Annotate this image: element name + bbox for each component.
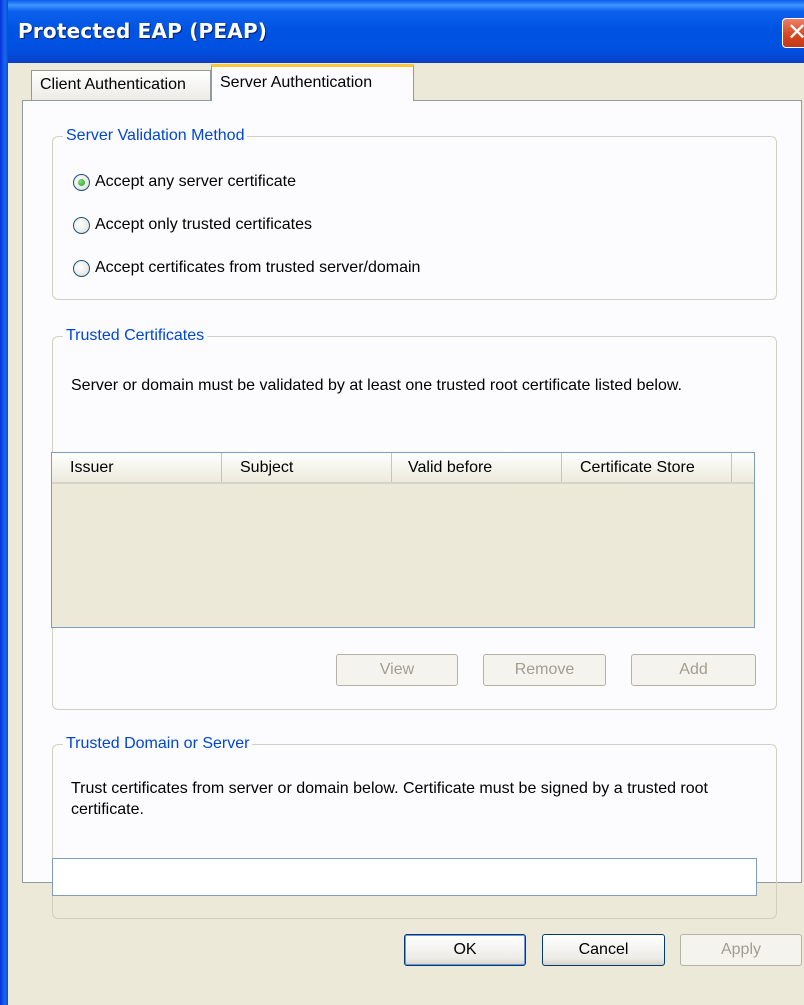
cancel-button[interactable]: Cancel: [542, 934, 665, 966]
remove-button[interactable]: Remove: [483, 654, 606, 686]
button-label: Cancel: [578, 941, 629, 958]
apply-button[interactable]: Apply: [680, 934, 802, 966]
view-button[interactable]: View: [336, 654, 458, 686]
radio-button[interactable]: [73, 173, 90, 191]
radio-label: Accept only trusted certificates: [95, 216, 312, 233]
column-label: Certificate Store: [580, 459, 695, 476]
close-button[interactable]: ✕: [782, 18, 804, 48]
list-header: Issuer Subject Valid before Certificate …: [52, 453, 754, 484]
button-label: View: [379, 661, 415, 678]
radio-button[interactable]: [73, 216, 90, 234]
column-header-issuer[interactable]: Issuer: [52, 453, 222, 482]
column-label: Issuer: [70, 459, 114, 476]
radio-accept-any[interactable]: Accept any server certificate: [73, 173, 296, 191]
tab-client-authentication[interactable]: Client Authentication: [31, 70, 211, 100]
radio-accept-domain[interactable]: Accept certificates from trusted server/…: [73, 259, 420, 277]
trusted-domain-input[interactable]: [52, 858, 757, 896]
trusted-certificates-description: Server or domain must be validated by at…: [71, 377, 682, 394]
server-validation-group: Server Validation Method Accept any serv…: [52, 126, 777, 300]
column-header-certificate-store[interactable]: Certificate Store: [562, 453, 732, 482]
radio-button[interactable]: [73, 259, 90, 277]
button-label: OK: [453, 941, 477, 958]
peap-dialog: Protected EAP (PEAP) ✕ Client Authentica…: [0, 0, 804, 1005]
title-bar[interactable]: Protected EAP (PEAP) ✕: [0, 0, 804, 63]
button-label: Apply: [720, 941, 762, 958]
tab-server-authentication[interactable]: Server Authentication: [211, 64, 414, 101]
column-label: Subject: [240, 459, 294, 476]
group-title: Trusted Domain or Server: [63, 734, 253, 754]
column-header-valid-before[interactable]: Valid before: [392, 453, 562, 482]
button-label: Remove: [514, 661, 575, 678]
tab-label: Client Authentication: [40, 76, 186, 93]
add-button[interactable]: Add: [631, 654, 756, 686]
window-left-border: [0, 0, 8, 1005]
ok-button[interactable]: OK: [404, 934, 526, 966]
trusted-domain-description: Trust certificates from server or domain…: [71, 780, 708, 818]
certificate-list[interactable]: Issuer Subject Valid before Certificate …: [51, 452, 755, 628]
window-title: Protected EAP (PEAP): [18, 19, 268, 43]
button-label: Add: [679, 661, 708, 678]
radio-accept-trusted[interactable]: Accept only trusted certificates: [73, 216, 312, 234]
radio-label: Accept certificates from trusted server/…: [95, 259, 421, 276]
column-header-subject[interactable]: Subject: [222, 453, 392, 482]
close-icon: ✕: [786, 19, 804, 46]
tab-label: Server Authentication: [220, 74, 373, 91]
column-label: Valid before: [408, 459, 493, 476]
group-title: Server Validation Method: [63, 126, 248, 146]
radio-label: Accept any server certificate: [95, 173, 296, 190]
group-title: Trusted Certificates: [63, 326, 208, 346]
